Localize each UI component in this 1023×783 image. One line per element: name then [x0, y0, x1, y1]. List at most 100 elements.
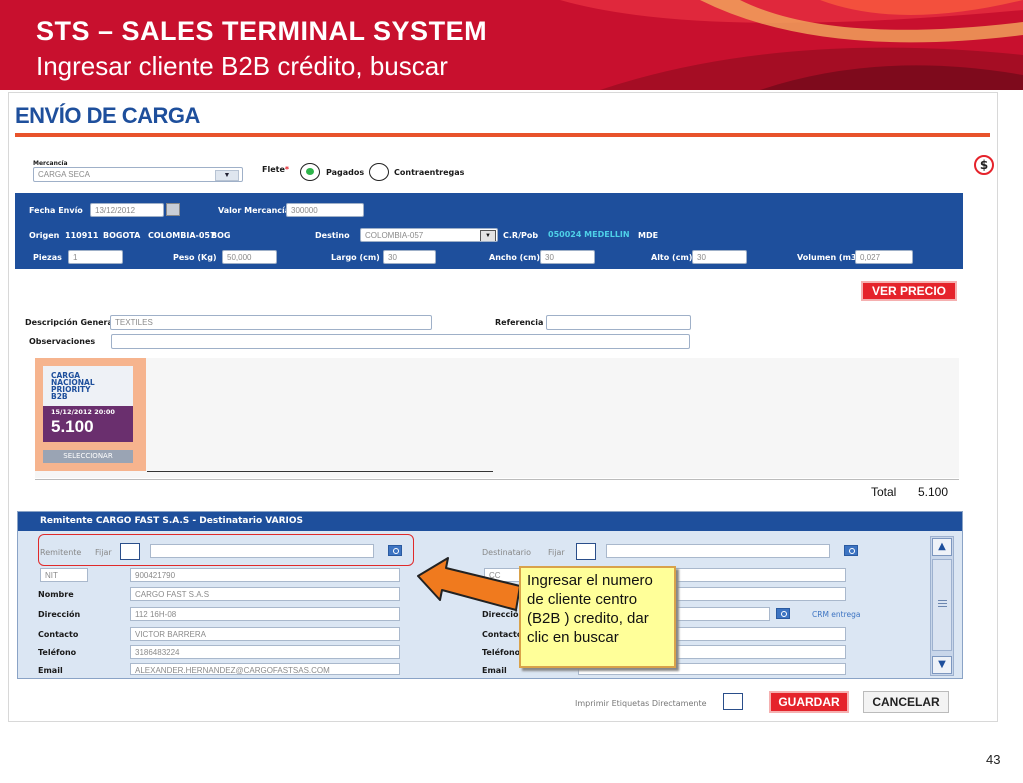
results-divider	[147, 471, 493, 472]
remitente-nombre-input[interactable]: CARGO FAST S.A.S	[130, 587, 400, 601]
mercancia-value: CARGA SECA	[38, 170, 91, 179]
instruction-callout: Ingresar el numero de cliente centro (B2…	[519, 566, 676, 668]
origen-city: BOGOTA	[103, 231, 141, 240]
destinatario-email-label: Email	[482, 666, 507, 675]
destino-select[interactable]: COLOMBIA-057 ▼	[360, 228, 498, 242]
seleccionar-button[interactable]: SELECCIONAR	[43, 450, 133, 463]
chevron-down-icon: ▼	[215, 170, 239, 181]
page-heading: ENVÍO DE CARGA	[15, 103, 200, 128]
shipment-form: Fecha Envío 13/12/2012 Valor Mercancía 3…	[15, 193, 963, 269]
flete-contraentregas-radio[interactable]	[369, 163, 389, 181]
descripcion-input[interactable]: TEXTILES	[110, 315, 432, 330]
flete-contraentregas-label: Contraentregas	[394, 168, 465, 177]
slide-title: STS – SALES TERMINAL SYSTEM	[36, 16, 488, 46]
card-price-box: 15/12/2012 20:00 5.100	[43, 406, 133, 442]
remitente-doc-value[interactable]: 900421790	[130, 568, 400, 582]
ancho-input[interactable]: 30	[540, 250, 595, 264]
fecha-envio-label: Fecha Envío	[29, 206, 83, 215]
crpob-abbr: MDE	[638, 231, 659, 240]
callout-arrow	[417, 557, 521, 611]
destino-value: COLOMBIA-057	[365, 231, 424, 240]
ancho-label: Ancho (cm)	[489, 253, 540, 262]
remitente-direccion-input[interactable]: 112 16H-08	[130, 607, 400, 621]
destinatario-search-button[interactable]	[844, 545, 858, 556]
panel-header-title: Remitente CARGO FAST S.A.S - Destinatari…	[40, 516, 304, 526]
largo-input[interactable]: 30	[383, 250, 436, 264]
remitente-doc-type[interactable]: NIT	[40, 568, 88, 582]
destinatario-fijar-checkbox[interactable]	[576, 543, 596, 560]
card-title: CARGA NACIONAL PRIORITY B2B	[51, 371, 95, 401]
destinatario-client-number-input[interactable]	[606, 544, 830, 558]
remitente-telefono-input[interactable]: 3186483224	[130, 645, 400, 659]
slide-banner: STS – SALES TERMINAL SYSTEM Ingresar cli…	[0, 0, 1023, 90]
remitente-email-label: Email	[38, 666, 63, 675]
destino-label: Destino	[315, 231, 350, 240]
crm-entrega-link[interactable]: CRM entrega	[812, 610, 861, 619]
page-number: 43	[986, 752, 1001, 767]
flete-label: Flete*	[262, 165, 290, 174]
callout-text: Ingresar el numero de cliente centro (B2…	[527, 572, 653, 646]
scroll-down-arrow-icon[interactable]: ▼	[932, 656, 952, 674]
card-title-box: CARGA NACIONAL PRIORITY B2B	[43, 366, 133, 406]
remitente-contacto-input[interactable]: VICTOR BARRERA	[130, 627, 400, 641]
remitente-email-input[interactable]: ALEXANDER.HERNANDEZ@CARGOFASTSAS.COM	[130, 663, 400, 675]
mercancia-select[interactable]: CARGA SECA ▼	[33, 167, 243, 182]
valor-mercancia-label: Valor Mercancía	[218, 206, 291, 215]
slide-subtitle: Ingresar cliente B2B crédito, buscar	[36, 51, 448, 81]
destinatario-telefono-label: Teléfono	[482, 648, 521, 657]
results-area	[35, 358, 959, 478]
cancelar-button[interactable]: CANCELAR	[863, 691, 949, 713]
card-date: 15/12/2012 20:00	[51, 408, 115, 416]
card-price: 5.100	[51, 417, 94, 436]
panel-scrollbar[interactable]: ▲ ▼	[930, 536, 954, 676]
radio-selected-dot	[306, 168, 314, 175]
ver-precio-button[interactable]: VER PRECIO	[861, 281, 957, 301]
highlight-box	[38, 534, 414, 566]
flete-pagados-radio[interactable]	[300, 163, 320, 181]
peso-input[interactable]: 50,000	[222, 250, 277, 264]
descripcion-label: Descripción General	[25, 318, 116, 327]
scroll-up-arrow-icon[interactable]: ▲	[932, 538, 952, 556]
origen-code: 110911	[65, 231, 99, 240]
piezas-label: Piezas	[33, 253, 62, 262]
remitente-nombre-label: Nombre	[38, 590, 74, 599]
origen-abbr: BOG	[211, 231, 231, 240]
imprimir-label: Imprimir Etiquetas Directamente	[575, 699, 707, 708]
results-bottom-rule	[35, 479, 959, 480]
flete-pagados-label: Pagados	[326, 168, 365, 177]
alto-input[interactable]: 30	[692, 250, 747, 264]
guardar-button[interactable]: GUARDAR	[769, 691, 849, 713]
grip-icon	[938, 600, 947, 601]
observaciones-label: Observaciones	[29, 337, 96, 346]
panel-header: Remitente CARGO FAST S.A.S - Destinatari…	[18, 512, 962, 531]
fecha-envio-input[interactable]: 13/12/2012	[90, 203, 164, 217]
volumen-input[interactable]: 0,027	[855, 250, 913, 264]
piezas-input[interactable]: 1	[68, 250, 123, 264]
referencia-label: Referencia	[495, 318, 544, 327]
largo-label: Largo (cm)	[331, 253, 380, 262]
calendar-icon[interactable]	[166, 203, 180, 216]
origen-country: COLOMBIA-057	[148, 231, 216, 240]
destinatario-contacto-label: Contacto	[482, 630, 523, 639]
remitente-telefono-label: Teléfono	[38, 648, 77, 657]
crpob-value: 050024 MEDELLIN	[548, 230, 630, 239]
imprimir-checkbox[interactable]	[723, 693, 743, 710]
heading-rule	[15, 133, 990, 137]
peso-label: Peso (Kg)	[173, 253, 217, 262]
chevron-down-icon: ▼	[480, 230, 496, 241]
destinatario-direccion-search-button[interactable]	[776, 608, 790, 619]
scroll-thumb[interactable]	[932, 559, 952, 651]
observaciones-input[interactable]	[111, 334, 690, 349]
remitente-direccion-label: Dirección	[38, 610, 81, 619]
total-label: Total	[871, 485, 897, 499]
referencia-input[interactable]	[546, 315, 691, 330]
service-card[interactable]: CARGA NACIONAL PRIORITY B2B 15/12/2012 2…	[35, 358, 146, 471]
valor-mercancia-input[interactable]: 300000	[286, 203, 364, 217]
alto-label: Alto (cm)	[651, 253, 693, 262]
price-help-icon[interactable]: $	[974, 155, 994, 175]
origen-label: Origen	[29, 231, 60, 240]
total-value: 5.100	[918, 485, 949, 499]
app-screenshot: ENVÍO DE CARGA $ Mercancía CARGA SECA ▼ …	[8, 92, 998, 722]
remitente-contacto-label: Contacto	[38, 630, 79, 639]
destinatario-fijar-label: Fijar	[548, 548, 565, 557]
